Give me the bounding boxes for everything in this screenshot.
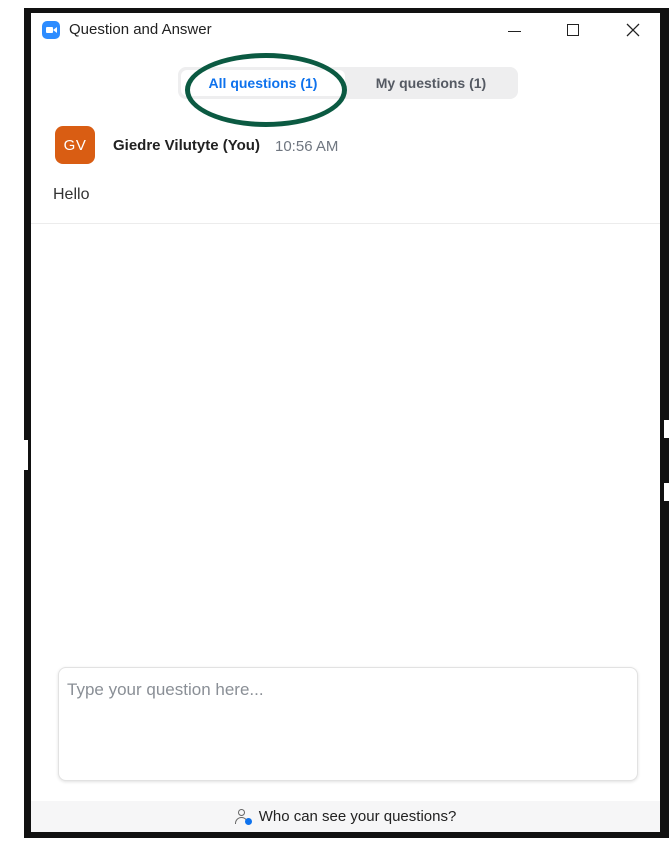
frame-notch: [24, 440, 28, 470]
tab-all-questions[interactable]: All questions (1): [181, 70, 345, 96]
screenshot-frame: Question and Answer All questions (1) My…: [0, 0, 669, 843]
avatar: GV: [55, 126, 95, 164]
frame-notch: [664, 483, 669, 501]
frame-edge-left: [24, 8, 31, 838]
question-time: 10:56 AM: [275, 138, 339, 155]
window-title: Question and Answer: [69, 21, 212, 38]
divider: [31, 223, 660, 224]
minimize-button[interactable]: [491, 13, 537, 47]
qa-window: Question and Answer All questions (1) My…: [31, 13, 660, 832]
zoom-logo-icon: [42, 21, 60, 39]
maximize-icon: [567, 24, 579, 36]
frame-edge-bottom: [24, 832, 669, 838]
question-text: Hello: [53, 186, 90, 203]
who-can-see-text: Who can see your questions?: [258, 808, 457, 825]
question-tabs: All questions (1) My questions (1): [178, 67, 518, 99]
close-icon: [626, 23, 640, 37]
maximize-button[interactable]: [550, 13, 596, 47]
who-can-see-link[interactable]: Who can see your questions?: [31, 801, 660, 832]
visibility-person-icon: [234, 808, 253, 826]
title-bar[interactable]: Question and Answer: [31, 13, 660, 47]
question-author: Giedre Vilutyte (You): [113, 137, 260, 154]
frame-notch: [664, 420, 669, 438]
close-button[interactable]: [610, 13, 656, 47]
tab-my-questions[interactable]: My questions (1): [348, 70, 514, 96]
minimize-icon: [507, 30, 521, 32]
question-input[interactable]: [58, 667, 638, 781]
